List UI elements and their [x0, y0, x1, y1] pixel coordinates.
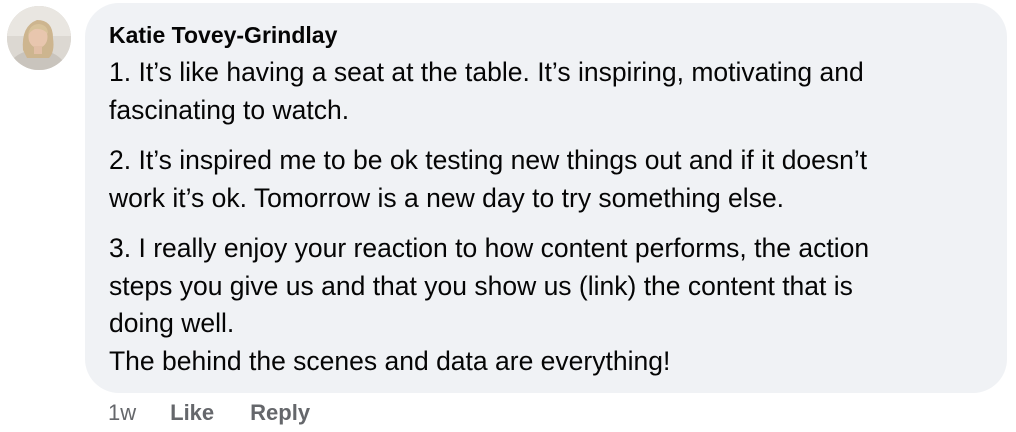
comment-paragraph-3: 3. I really enjoy your reaction to how c… [109, 230, 989, 380]
comment-actions: 1w Like Reply [108, 398, 346, 428]
like-button[interactable]: Like [170, 400, 214, 426]
comment-text: 1. It’s like having a seat at the table.… [109, 54, 989, 380]
comment-timestamp[interactable]: 1w [108, 400, 136, 426]
comment-author-name[interactable]: Katie Tovey-Grindlay [109, 22, 337, 49]
comment-line: work it’s ok. Tomorrow is a new day to t… [109, 182, 785, 213]
comment-paragraph-1: 1. It’s like having a seat at the table.… [109, 54, 989, 129]
comment-line: fascinating to watch. [109, 94, 350, 125]
reply-button[interactable]: Reply [250, 400, 310, 426]
avatar-photo-icon [7, 6, 71, 70]
comment-bubble: Katie Tovey-Grindlay 1. It’s like having… [85, 3, 1007, 393]
comment-container: Katie Tovey-Grindlay 1. It’s like having… [0, 0, 1016, 432]
author-avatar[interactable] [7, 6, 71, 70]
comment-line: 1. It’s like having a seat at the table.… [109, 57, 864, 87]
comment-line: steps you give us and that you show us (… [109, 270, 853, 301]
comment-line: doing well. [109, 308, 235, 338]
comment-line: 3. I really enjoy your reaction to how c… [109, 233, 870, 263]
comment-paragraph-2: 2. It’s inspired me to be ok testing new… [109, 142, 989, 217]
comment-line: The behind the scenes and data are every… [109, 345, 671, 376]
comment-line: 2. It’s inspired me to be ok testing new… [109, 145, 868, 175]
